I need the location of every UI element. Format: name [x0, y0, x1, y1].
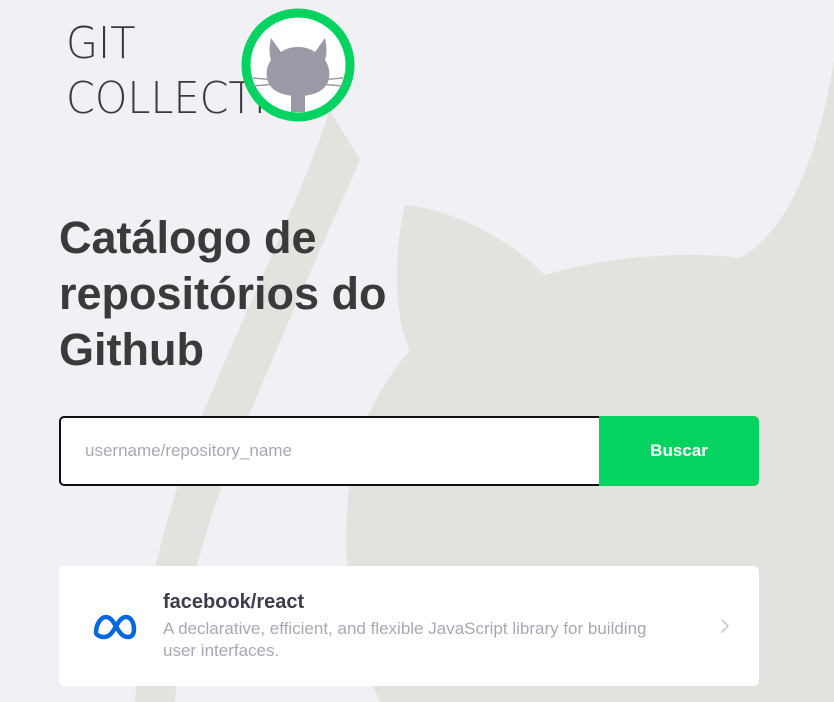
- meta-logo-icon: [83, 594, 147, 658]
- logo-line-1: GIT: [66, 18, 136, 69]
- octocat-icon: [241, 8, 355, 122]
- app-logo[interactable]: GIT COLLECTION: [60, 8, 360, 128]
- search-button[interactable]: Buscar: [599, 416, 759, 486]
- repository-name: facebook/react: [163, 591, 305, 613]
- repository-card[interactable]: facebook/react A declarative, efficient,…: [59, 566, 759, 686]
- search-form: Buscar: [59, 416, 759, 486]
- repository-description: A declarative, efficient, and flexible J…: [163, 619, 647, 660]
- chevron-right-icon: [715, 616, 735, 636]
- repository-info: facebook/react A declarative, efficient,…: [163, 590, 715, 662]
- page-title: Catálogo de repositórios do Github: [59, 212, 387, 375]
- repository-search-input[interactable]: [59, 416, 599, 486]
